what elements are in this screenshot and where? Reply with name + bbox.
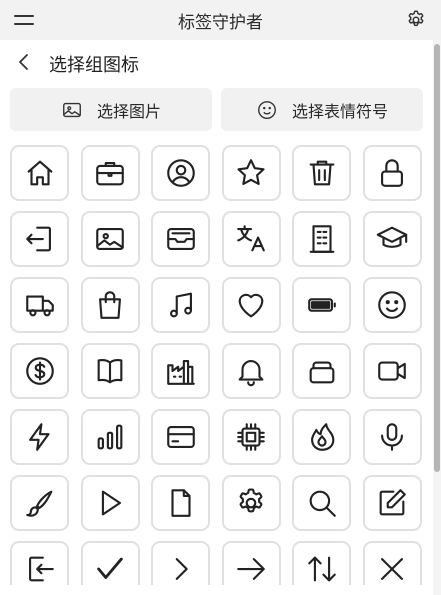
arrow-right-icon <box>237 558 265 580</box>
play-icon <box>101 490 121 516</box>
smile-icon <box>258 100 276 119</box>
truck-icon <box>25 295 54 317</box>
factory-icon <box>166 360 195 385</box>
battery-icon <box>307 298 336 312</box>
icon-option-factory[interactable] <box>151 343 210 399</box>
icon-option-credit-card[interactable] <box>151 409 210 465</box>
icon-grid <box>10 145 424 585</box>
dollar-circle-icon <box>25 357 54 385</box>
icon-option-music-note[interactable] <box>151 277 210 333</box>
back-chevron-icon[interactable] <box>14 52 34 72</box>
icon-option-home[interactable] <box>10 145 69 201</box>
layers-icon <box>309 361 334 384</box>
heart-icon <box>238 293 264 318</box>
icon-option-smile[interactable] <box>362 277 422 333</box>
icon-option-inbox[interactable] <box>151 211 210 267</box>
icon-option-chevron-right[interactable] <box>151 541 210 585</box>
star-icon <box>237 159 265 185</box>
microphone-icon <box>381 423 403 451</box>
icon-option-bell[interactable] <box>221 343 281 399</box>
pick-image-button[interactable]: 选择图片 <box>10 88 212 131</box>
pick-emoji-button[interactable]: 选择表情符号 <box>221 88 423 131</box>
icon-option-login[interactable] <box>10 211 69 267</box>
document-icon <box>170 489 191 517</box>
icon-option-edit[interactable] <box>362 475 422 531</box>
user-circle-icon <box>166 159 195 187</box>
icon-option-document[interactable] <box>151 475 210 531</box>
trash-icon <box>309 160 334 186</box>
icon-option-microphone[interactable] <box>362 409 422 465</box>
icon-option-close[interactable] <box>362 541 422 585</box>
home-icon <box>27 160 52 186</box>
search-icon <box>309 490 336 517</box>
icon-option-battery[interactable] <box>292 277 351 333</box>
icon-option-arrow-right[interactable] <box>221 541 281 585</box>
building-icon <box>309 225 334 253</box>
icon-option-briefcase[interactable] <box>80 145 140 201</box>
icon-option-fire[interactable] <box>292 409 351 465</box>
icon-option-layers[interactable] <box>292 343 351 399</box>
music-note-icon <box>169 292 192 318</box>
icon-option-star[interactable] <box>221 145 281 201</box>
graduation-cap-icon <box>376 226 408 248</box>
icon-option-heart[interactable] <box>221 277 281 333</box>
icon-option-lightning[interactable] <box>10 409 69 465</box>
fire-icon <box>310 423 334 451</box>
icon-option-trash[interactable] <box>292 145 351 201</box>
credit-card-icon <box>166 426 195 448</box>
icon-option-dollar-circle[interactable] <box>10 343 69 399</box>
inbox-icon <box>166 228 195 250</box>
translate-icon <box>237 225 265 252</box>
shopping-bag-icon <box>99 291 121 319</box>
video-camera-icon <box>378 361 406 381</box>
briefcase-icon <box>96 162 124 186</box>
bell-icon <box>238 360 264 387</box>
icon-option-bar-chart[interactable] <box>80 409 140 465</box>
title-bar: 标签守护者 <box>0 0 441 40</box>
icon-option-image[interactable] <box>80 211 140 267</box>
icon-option-translate[interactable] <box>221 211 281 267</box>
icon-option-search[interactable] <box>292 475 351 531</box>
app-title: 标签守护者 <box>178 13 263 33</box>
lightning-icon <box>28 423 50 451</box>
gear-icon <box>239 488 263 513</box>
icon-option-shopping-bag[interactable] <box>80 277 140 333</box>
icon-option-building[interactable] <box>292 211 351 267</box>
lock-icon <box>381 159 403 187</box>
icon-option-graduation-cap[interactable] <box>362 211 422 267</box>
scrollbar-thumb[interactable] <box>434 44 440 472</box>
icon-option-logout[interactable] <box>10 541 69 585</box>
icon-option-truck[interactable] <box>10 277 69 333</box>
close-icon <box>381 558 403 580</box>
icon-option-gear[interactable] <box>221 475 281 531</box>
pick-image-label: 选择图片 <box>96 101 161 121</box>
edit-icon <box>379 489 406 516</box>
icon-option-video-camera[interactable] <box>362 343 422 399</box>
page-header: 选择组图标 <box>0 40 430 84</box>
image-icon <box>63 102 81 117</box>
arrows-up-down-icon <box>307 556 336 582</box>
icon-option-play[interactable] <box>80 475 140 531</box>
cpu-chip-icon <box>237 423 265 451</box>
icon-option-check[interactable] <box>80 541 140 585</box>
icon-option-user-circle[interactable] <box>151 145 210 201</box>
page-title: 选择组图标 <box>49 55 139 76</box>
settings-gear-icon[interactable] <box>405 9 427 31</box>
icon-option-lock[interactable] <box>362 145 422 201</box>
login-icon <box>25 226 51 252</box>
brush-icon <box>25 490 52 517</box>
pick-emoji-label: 选择表情符号 <box>291 101 388 121</box>
logout-icon <box>28 556 54 582</box>
bar-chart-icon <box>97 424 123 450</box>
icon-option-brush[interactable] <box>10 475 69 531</box>
check-icon <box>97 557 123 579</box>
icon-option-cpu-chip[interactable] <box>221 409 281 465</box>
chevron-right-icon <box>175 558 188 580</box>
icon-option-book[interactable] <box>80 343 140 399</box>
smile-icon <box>378 291 406 319</box>
image-icon <box>96 228 124 250</box>
book-icon <box>97 359 123 384</box>
icon-option-arrows-up-down[interactable] <box>292 541 351 585</box>
